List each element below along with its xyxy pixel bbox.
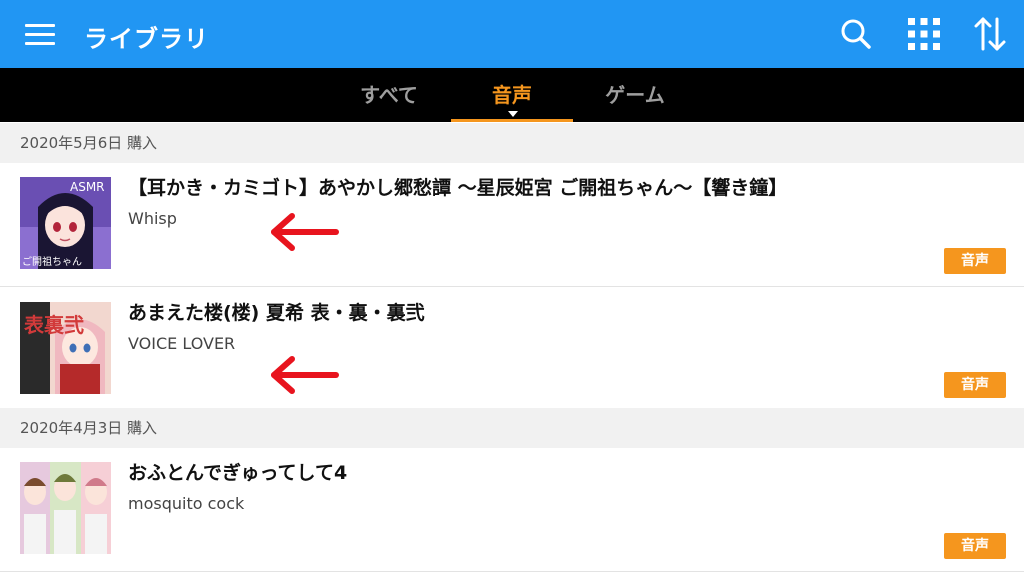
grid-icon[interactable] <box>904 14 944 54</box>
category-badge: 音声 <box>944 533 1006 559</box>
tab-game[interactable]: ゲーム <box>574 68 696 122</box>
list-item[interactable]: おふとんでぎゅってして4 mosquito cock 音声 <box>0 448 1024 572</box>
list-item[interactable]: ASMR ご開祖ちゃん 【耳かき・カミゴト】あやかし郷愁譚 〜星辰姫宮 ご開祖ち… <box>0 163 1024 287</box>
active-tab-caret <box>508 111 518 117</box>
product-thumbnail <box>20 462 111 554</box>
search-icon[interactable] <box>836 14 876 54</box>
hamburger-menu-icon[interactable] <box>22 18 60 50</box>
item-maker: mosquito cock <box>128 494 245 513</box>
item-title: 【耳かき・カミゴト】あやかし郷愁譚 〜星辰姫宮 ご開祖ちゃん〜【響き鐘】 <box>128 177 788 199</box>
svg-text:ご開祖ちゃん: ご開祖ちゃん <box>22 255 82 268</box>
tab-all[interactable]: すべて <box>328 68 450 122</box>
purchase-date-header: 2020年5月6日 購入 <box>0 123 1024 163</box>
item-maker: VOICE LOVER <box>128 334 236 353</box>
item-title: あまえた楼(楼) 夏希 表・裏・裏弐 <box>128 302 425 324</box>
item-title: おふとんでぎゅってして4 <box>128 462 348 484</box>
purchase-date-header: 2020年4月3日 購入 <box>0 408 1024 448</box>
product-thumbnail: 表裏弐 <box>20 302 111 394</box>
sort-icon[interactable] <box>970 14 1010 54</box>
category-badge: 音声 <box>944 248 1006 274</box>
svg-text:ASMR: ASMR <box>70 180 105 194</box>
annotation-arrow-icon <box>271 213 339 251</box>
product-thumbnail: ASMR ご開祖ちゃん <box>20 177 111 269</box>
active-tab-indicator <box>451 119 573 122</box>
page-title: ライブラリ <box>84 25 209 53</box>
annotation-arrow-icon <box>271 356 339 394</box>
item-maker: Whisp <box>128 209 177 228</box>
app-bar: ライブラリ <box>0 0 1024 68</box>
list-item[interactable]: 表裏弐 あまえた楼(楼) 夏希 表・裏・裏弐 VOICE LOVER 音声 <box>0 288 1024 412</box>
svg-text:表裏弐: 表裏弐 <box>24 313 84 337</box>
category-badge: 音声 <box>944 372 1006 398</box>
